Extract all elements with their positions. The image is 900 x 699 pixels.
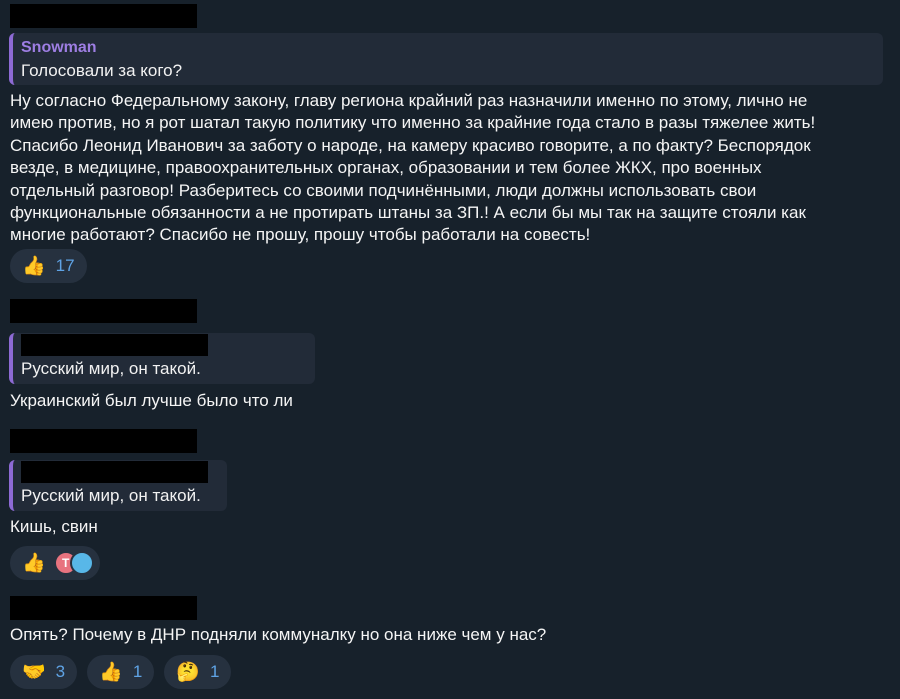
- reactor-avatars: T: [53, 551, 94, 575]
- reaction-handshake[interactable]: 🤝 3: [10, 655, 78, 689]
- reaction-thumbs-up[interactable]: 👍 T: [10, 546, 100, 580]
- redacted-sender-name: [10, 299, 197, 323]
- reaction-thinking[interactable]: 🤔 1: [164, 655, 232, 689]
- reaction-thumbs-up[interactable]: 👍 1: [87, 655, 155, 689]
- redacted-sender-name: [10, 4, 197, 28]
- reply-quote[interactable]: Snowman Голосовали за кого?: [9, 33, 883, 85]
- reaction-thumbs-up[interactable]: 👍 17: [10, 249, 87, 283]
- handshake-icon: 🤝: [22, 661, 46, 683]
- reaction-count: 1: [132, 662, 143, 681]
- reaction-count: 1: [209, 662, 220, 681]
- reply-text: Голосовали за кого?: [21, 61, 183, 80]
- thumbs-up-icon: 👍: [22, 255, 46, 277]
- reactions: 👍 17: [10, 249, 87, 283]
- message-text: Опять? Почему в ДНР подняли коммуналку н…: [10, 625, 547, 644]
- reply-quote[interactable]: Русский мир, он такой.: [9, 460, 227, 511]
- message-4: Опять? Почему в ДНР подняли коммуналку н…: [0, 592, 900, 699]
- avatar: [69, 551, 94, 575]
- redacted-sender-name: [10, 596, 197, 620]
- message-text: Кишь, свин: [10, 517, 98, 536]
- reaction-count: 3: [55, 662, 66, 681]
- reply-text: Русский мир, он такой.: [21, 359, 201, 378]
- reply-text: Русский мир, он такой.: [21, 486, 201, 505]
- message-2: Русский мир, он такой. Украинский был лу…: [0, 297, 900, 417]
- redacted-reply-author: [21, 461, 208, 483]
- thinking-face-icon: 🤔: [176, 661, 200, 683]
- reactions: 👍 T: [10, 546, 100, 580]
- thumbs-up-icon: 👍: [22, 552, 46, 574]
- thumbs-up-icon: 👍: [99, 661, 123, 683]
- redacted-sender-name: [10, 429, 197, 453]
- redacted-reply-author: [21, 334, 208, 356]
- reactions: 🤝 3 👍 1 🤔 1: [10, 655, 232, 689]
- reply-quote[interactable]: Русский мир, он такой.: [9, 333, 315, 384]
- message-text: Украинский был лучше было что ли: [10, 391, 293, 410]
- message-1: Snowman Голосовали за кого? Ну согласно …: [0, 0, 900, 285]
- reaction-count: 17: [55, 256, 75, 275]
- reply-author: Snowman: [21, 39, 97, 56]
- message-text: Ну согласно Федеральному закону, главу р…: [10, 91, 816, 245]
- message-3: Русский мир, он такой. Кишь, свин 👍 T: [0, 427, 900, 587]
